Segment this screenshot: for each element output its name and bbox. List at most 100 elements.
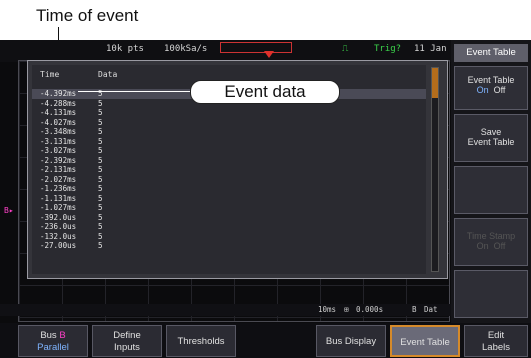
table-row[interactable]: -1.236ms 5 bbox=[32, 184, 426, 194]
event-table-label: Event Table bbox=[400, 337, 450, 348]
bus-parallel-button[interactable]: Bus B Parallel bbox=[18, 325, 88, 357]
time-of-event-annotation: Time of event bbox=[36, 6, 139, 25]
bottom-status-bar: 10ms ⊞ 0.000s B Dat bbox=[0, 304, 451, 316]
horizontal-position: 0.000s bbox=[356, 305, 384, 314]
event-time: -392.0us bbox=[40, 212, 77, 222]
event-time: -236.0us bbox=[40, 222, 77, 231]
table-row[interactable]: -4.131ms 5 bbox=[32, 108, 426, 118]
table-row[interactable]: -3.348ms 5 bbox=[32, 127, 426, 137]
toggle-on-option: On bbox=[476, 85, 489, 95]
thresholds-label: Thresholds bbox=[177, 336, 225, 347]
event-table-button[interactable]: Event Table bbox=[390, 325, 460, 357]
event-table-scrollbar[interactable] bbox=[431, 67, 439, 272]
event-time: -2.027ms bbox=[40, 174, 77, 184]
empty-menu-slot bbox=[454, 270, 528, 318]
event-data: 5 bbox=[98, 203, 103, 212]
save-label: Save bbox=[480, 127, 502, 137]
event-data: 5 bbox=[98, 127, 103, 136]
event-data-leader-line bbox=[78, 91, 190, 92]
event-data: 5 bbox=[98, 117, 103, 127]
inputs-label: Inputs bbox=[114, 342, 140, 353]
bottom-menu: Bus B Parallel Define Inputs Thresholds … bbox=[0, 323, 531, 358]
trigger-edge-icon: ⎍ bbox=[342, 44, 349, 54]
event-time: -3.348ms bbox=[40, 127, 77, 136]
event-data: 5 bbox=[98, 146, 103, 155]
toggle-off-option: Off bbox=[493, 85, 506, 95]
event-data-annotation: Event data bbox=[190, 80, 340, 104]
event-data: 5 bbox=[98, 222, 103, 231]
event-time: -4.288ms bbox=[40, 98, 77, 108]
waveform-position-box bbox=[220, 42, 292, 53]
bus-display-label: Bus Display bbox=[325, 336, 377, 347]
bus-indicator-label: Dat bbox=[424, 305, 438, 314]
event-data: 5 bbox=[98, 231, 103, 241]
event-table-toggle-button[interactable]: Event Table On Off bbox=[454, 66, 528, 110]
record-length: 10k pts bbox=[106, 44, 144, 54]
event-data: 5 bbox=[98, 193, 103, 203]
bus-label: Bus bbox=[40, 330, 57, 341]
table-row[interactable]: -2.131ms 5 bbox=[32, 165, 426, 175]
event-time: -27.00us bbox=[40, 241, 77, 250]
scrollbar-thumb[interactable] bbox=[432, 68, 438, 98]
disabled-menu-label: Time Stamp bbox=[466, 231, 516, 241]
table-row[interactable]: -27.00us 5 bbox=[32, 241, 426, 251]
time-column-header: Time bbox=[40, 70, 60, 79]
event-data: 5 bbox=[98, 108, 103, 117]
labels-label: Labels bbox=[482, 342, 510, 353]
bus-display-button[interactable]: Bus Display bbox=[316, 325, 386, 357]
side-menu: Event Table Event Table On Off Save Even… bbox=[451, 40, 531, 330]
define-label: Define bbox=[113, 330, 141, 341]
event-time: -4.131ms bbox=[40, 108, 77, 117]
event-data: 5 bbox=[98, 212, 103, 222]
event-time: -2.392ms bbox=[40, 155, 77, 165]
timebase: 10ms bbox=[318, 305, 337, 314]
edit-label: Edit bbox=[487, 330, 505, 341]
event-time: -4.027ms bbox=[40, 117, 77, 127]
table-row[interactable]: -236.0us 5 bbox=[32, 222, 426, 232]
event-time: -3.131ms bbox=[40, 136, 77, 146]
data-column-header: Data bbox=[98, 70, 118, 79]
bus-type: Parallel bbox=[37, 342, 69, 353]
table-row[interactable]: -132.0us 5 bbox=[32, 232, 426, 242]
bus-badge: B bbox=[59, 330, 66, 341]
event-data: 5 bbox=[98, 174, 103, 184]
save-sublabel: Event Table bbox=[467, 137, 515, 147]
event-data: 5 bbox=[98, 98, 103, 108]
event-time: -4.392ms bbox=[40, 89, 77, 98]
trigger-status: Trig? bbox=[374, 44, 402, 54]
event-data: 5 bbox=[98, 155, 103, 165]
thresholds-button[interactable]: Thresholds bbox=[166, 325, 236, 357]
trigger-position-marker bbox=[264, 51, 274, 58]
event-data: 5 bbox=[98, 241, 103, 250]
empty-menu-slot bbox=[454, 166, 528, 214]
edit-labels-button[interactable]: Edit Labels bbox=[464, 325, 528, 357]
disabled-on-option: On bbox=[476, 241, 489, 251]
event-time: -2.131ms bbox=[40, 165, 77, 174]
save-event-table-button[interactable]: Save Event Table bbox=[454, 114, 528, 162]
oscilloscope-screen: 10k pts 100kSa/s ⎍ Trig? 11 Jan B▸ Time … bbox=[0, 40, 531, 358]
table-row[interactable]: -3.027ms 5 bbox=[32, 146, 426, 156]
event-data: 5 bbox=[98, 136, 103, 146]
table-row[interactable]: -2.027ms 5 bbox=[32, 175, 426, 185]
event-time: -1.131ms bbox=[40, 193, 77, 203]
event-time: -1.027ms bbox=[40, 203, 77, 212]
table-row[interactable]: -392.0us 5 bbox=[32, 213, 426, 223]
disabled-off-option: Off bbox=[493, 241, 506, 251]
bus-marker-icon: B▸ bbox=[4, 206, 14, 215]
event-data: 5 bbox=[98, 165, 103, 174]
sample-rate: 100kSa/s bbox=[164, 44, 208, 54]
top-status-bar: 10k pts 100kSa/s ⎍ Trig? 11 Jan bbox=[0, 40, 451, 62]
event-time: -132.0us bbox=[40, 231, 77, 241]
event-time: -3.027ms bbox=[40, 146, 77, 155]
table-row[interactable]: -3.131ms 5 bbox=[32, 137, 426, 147]
date: 11 Jan bbox=[414, 44, 447, 54]
side-menu-title: Event Table bbox=[454, 44, 528, 62]
bus-indicator: B bbox=[412, 305, 417, 314]
event-rows: -4.392ms 5 -4.288ms 5 -4.131ms 5 -4.027ms 5 … bbox=[32, 89, 426, 251]
table-row[interactable]: -1.027ms 5 bbox=[32, 203, 426, 213]
table-row[interactable]: -4.027ms 5 bbox=[32, 118, 426, 128]
define-inputs-button[interactable]: Define Inputs bbox=[92, 325, 162, 357]
horizontal-position-icon: ⊞ bbox=[344, 305, 349, 314]
table-row[interactable]: -2.392ms 5 bbox=[32, 156, 426, 166]
table-row[interactable]: -1.131ms 5 bbox=[32, 194, 426, 204]
